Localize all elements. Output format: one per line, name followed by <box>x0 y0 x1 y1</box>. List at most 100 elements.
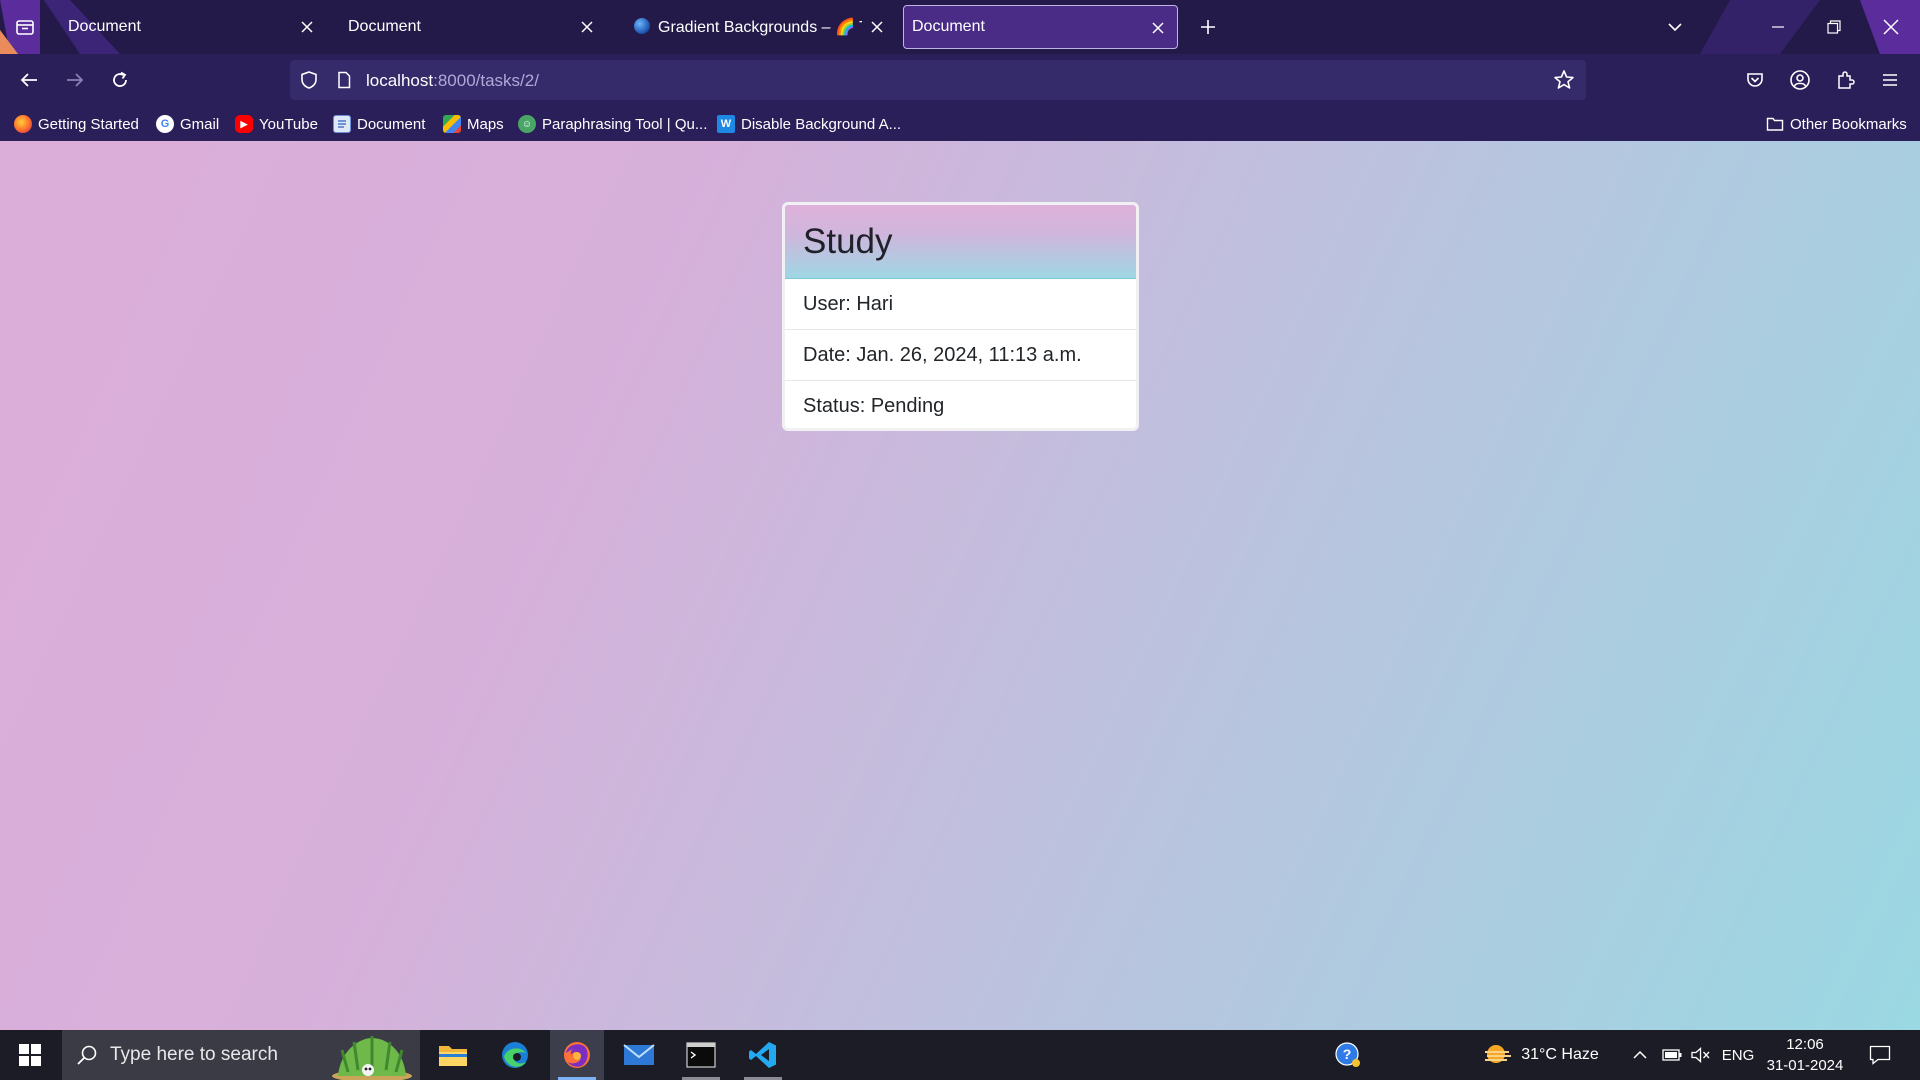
folder-icon <box>1766 115 1784 133</box>
menu-button[interactable] <box>1872 62 1908 98</box>
youtube-icon: ▶ <box>235 115 253 133</box>
globe-favicon-icon <box>634 18 650 34</box>
restore-button[interactable] <box>1805 0 1863 54</box>
clock-time: 12:06 <box>1786 1036 1824 1053</box>
tracking-protection-shield-icon[interactable] <box>297 68 321 92</box>
page-viewport: Study User: Hari Date: Jan. 26, 2024, 11… <box>0 141 1920 1030</box>
pocket-button[interactable] <box>1737 62 1773 98</box>
url-text[interactable]: localhost:8000/tasks/2/ <box>366 71 539 91</box>
bookmark-youtube[interactable]: ▶ YouTube <box>235 112 318 136</box>
bookmark-getting-started[interactable]: Getting Started <box>14 112 139 136</box>
search-highlight-illustration <box>332 1036 412 1080</box>
system-clock[interactable]: 12:06 31-01-2024 <box>1762 1034 1848 1076</box>
account-button[interactable] <box>1782 62 1818 98</box>
edge-icon <box>502 1042 528 1068</box>
tab-gradient-backgrounds[interactable]: Gradient Backgrounds – 🌈 The <box>622 5 890 49</box>
quillbot-icon: ☺ <box>518 115 536 133</box>
tab-overflow-button[interactable] <box>1660 12 1690 42</box>
bookmark-gmail[interactable]: G Gmail <box>156 112 219 136</box>
volume-muted-icon <box>1691 1047 1710 1063</box>
hamburger-menu-icon <box>1883 74 1897 86</box>
puzzle-piece-icon <box>1838 71 1855 89</box>
address-bar[interactable]: localhost:8000/tasks/2/ <box>290 60 1586 100</box>
tab-title: Document <box>912 18 985 35</box>
account-icon <box>1790 70 1810 90</box>
task-status: Status: Pending <box>803 395 945 417</box>
back-button[interactable] <box>11 62 47 98</box>
pocket-icon <box>1747 73 1763 87</box>
help-tray-button[interactable]: ? <box>1330 1030 1366 1080</box>
task-card-header: Study <box>785 205 1136 279</box>
start-button[interactable] <box>0 1030 60 1080</box>
bookmark-label: Getting Started <box>38 115 139 133</box>
maps-icon <box>443 115 461 133</box>
tab-document-2[interactable]: Document <box>334 5 606 49</box>
tab-close-button[interactable] <box>1147 17 1169 39</box>
chevron-down-icon <box>1668 23 1682 32</box>
show-hidden-icons-button[interactable] <box>1626 1030 1654 1080</box>
tab-strip: Document Document Gradient Backgrounds –… <box>0 0 1920 54</box>
firefox-icon <box>564 1042 590 1068</box>
bookmark-star-icon[interactable] <box>1552 68 1576 92</box>
bookmark-maps[interactable]: Maps <box>443 112 504 136</box>
tab-close-button[interactable] <box>866 16 888 38</box>
task-date: Date: Jan. 26, 2024, 11:13 a.m. <box>785 330 1136 381</box>
other-bookmarks[interactable]: Other Bookmarks <box>1766 112 1907 136</box>
navigation-toolbar: localhost:8000/tasks/2/ <box>0 54 1920 106</box>
tab-document-1[interactable]: Document <box>54 5 326 49</box>
taskbar-mail[interactable] <box>612 1030 666 1080</box>
tab-close-button[interactable] <box>296 16 318 38</box>
task-title: Study <box>803 221 893 261</box>
notifications-button[interactable] <box>1862 1030 1898 1080</box>
notification-icon <box>1869 1045 1891 1065</box>
close-window-button[interactable] <box>1862 0 1920 54</box>
tab-close-button[interactable] <box>576 16 598 38</box>
weather-widget[interactable]: 31°C Haze <box>1472 1030 1610 1080</box>
page-icon[interactable] <box>332 68 356 92</box>
taskbar-edge[interactable] <box>488 1030 542 1080</box>
tab-title: Document <box>68 18 141 35</box>
task-card: Study User: Hari Date: Jan. 26, 2024, 11… <box>782 202 1139 431</box>
battery-button[interactable] <box>1658 1030 1686 1080</box>
language-indicator[interactable]: ENG <box>1718 1030 1758 1080</box>
search-icon <box>74 1042 100 1068</box>
taskbar-terminal[interactable] <box>674 1030 728 1080</box>
document-icon <box>333 115 351 133</box>
bookmark-label: Maps <box>467 115 504 133</box>
close-icon <box>1883 19 1899 35</box>
svg-text:?: ? <box>1343 1046 1352 1062</box>
arrow-right-icon <box>67 73 84 87</box>
minimize-button[interactable] <box>1749 0 1807 54</box>
folder-icon <box>439 1046 467 1066</box>
close-icon <box>871 21 883 33</box>
taskbar-firefox[interactable] <box>550 1030 604 1080</box>
bookmark-paraphrasing-tool[interactable]: ☺ Paraphrasing Tool | Qu... <box>518 112 707 136</box>
bookmarks-toolbar: Getting Started G Gmail ▶ YouTube Docume… <box>0 106 1920 141</box>
firefox-icon <box>14 115 32 133</box>
tab-document-active[interactable]: Document <box>903 5 1178 49</box>
extensions-button[interactable] <box>1827 62 1863 98</box>
bookmark-label: Paraphrasing Tool | Qu... <box>542 115 708 133</box>
list-all-tabs-button[interactable] <box>8 10 42 44</box>
reload-button[interactable] <box>102 62 138 98</box>
bookmark-document[interactable]: Document <box>333 112 425 136</box>
w-icon: W <box>717 115 735 133</box>
new-tab-button[interactable] <box>1193 12 1223 42</box>
tab-list-icon <box>16 20 34 35</box>
reload-icon <box>113 71 127 87</box>
bookmark-disable-background[interactable]: W Disable Background A... <box>717 112 901 136</box>
other-bookmarks-label: Other Bookmarks <box>1790 115 1907 133</box>
taskbar-vscode[interactable] <box>736 1030 790 1080</box>
url-host: localhost <box>366 71 434 90</box>
clock-date: 31-01-2024 <box>1766 1057 1844 1074</box>
forward-button[interactable] <box>57 62 93 98</box>
google-icon: G <box>156 115 174 133</box>
volume-button[interactable] <box>1688 1030 1714 1080</box>
bookmark-label: YouTube <box>259 115 318 133</box>
taskbar-file-explorer[interactable] <box>426 1030 480 1080</box>
restore-icon <box>1827 20 1841 34</box>
close-icon <box>1152 22 1164 34</box>
taskbar-search-box[interactable]: Type here to search <box>62 1030 420 1080</box>
mail-icon <box>623 1044 655 1065</box>
windows-logo-icon <box>19 1044 41 1066</box>
